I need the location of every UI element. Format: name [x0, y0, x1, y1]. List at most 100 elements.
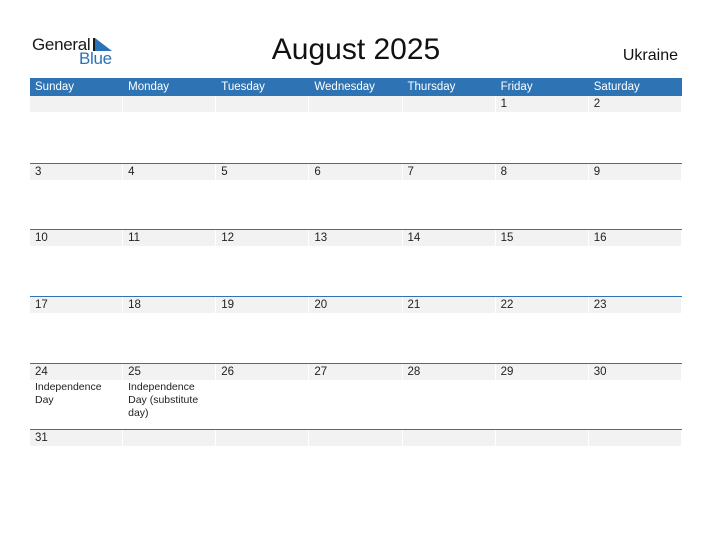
day-cell: 20: [309, 297, 402, 363]
day-cell: 11: [123, 230, 216, 296]
day-number-band: [495, 163, 588, 180]
week-row: 10 11 12 13 14 15 16: [30, 229, 682, 296]
day-number: 23: [593, 299, 607, 312]
day-cell: 29: [495, 363, 589, 430]
day-number: 26: [221, 365, 235, 378]
day-cell: 22: [495, 297, 589, 363]
day-number-band: [30, 96, 123, 112]
week-row: 17 18 19 20 21 22 23: [30, 296, 682, 363]
day-number-band: [216, 430, 309, 447]
day-cell: [588, 430, 682, 496]
day-number-band: [402, 430, 495, 447]
day-number: 25: [128, 365, 141, 378]
day-cell: [495, 430, 589, 496]
day-cell: [309, 96, 402, 163]
day-number-band: [216, 163, 309, 180]
day-number: 8: [500, 165, 508, 178]
day-number: 3: [35, 165, 42, 178]
day-number-band: [309, 96, 402, 112]
day-number: 29: [500, 365, 514, 378]
day-cell: 6: [309, 163, 402, 230]
day-cell: 2: [588, 96, 682, 163]
week-row: 24 Independence Day 25 Independence Day (su…: [30, 362, 682, 430]
day-number-band: [309, 430, 402, 447]
day-cell: 3: [30, 163, 123, 230]
day-number: 17: [35, 299, 48, 312]
weekday-saturday: Saturday: [593, 81, 640, 93]
day-number: 5: [221, 165, 228, 178]
day-cell: [123, 96, 216, 163]
day-cell: 10: [30, 230, 123, 296]
day-cell: [402, 96, 496, 163]
day-cell: 17: [30, 297, 123, 363]
day-cell: 30: [588, 363, 682, 430]
day-number: 15: [500, 232, 514, 245]
day-number-band: [216, 96, 309, 112]
day-cell: [30, 96, 123, 163]
day-cell: 16: [588, 230, 682, 296]
day-number-band: [123, 163, 216, 180]
day-cell: 7: [402, 163, 496, 230]
day-cell: 25 Independence Day (substitute day): [123, 363, 216, 430]
calendar-grid: Sunday Monday Tuesday Wednesday Thursday Frid…: [30, 78, 682, 496]
day-number-band: [588, 163, 681, 180]
page-title: August 2025: [271, 33, 441, 66]
day-cell: 4: [123, 163, 216, 230]
day-cell: 13: [309, 230, 402, 296]
weekday-monday: Monday: [128, 81, 170, 93]
day-cell: 8: [495, 163, 589, 230]
day-number: 1: [500, 98, 508, 110]
day-number: 30: [593, 365, 607, 378]
day-cell: [123, 430, 216, 496]
day-cell: 24 Independence Day: [30, 363, 123, 430]
weekday-wednesday: Wednesday: [314, 81, 375, 93]
weekday-tuesday: Tuesday: [221, 81, 265, 93]
day-number: 19: [221, 299, 235, 312]
day-cell: 5: [216, 163, 309, 230]
day-cell: 14: [402, 230, 496, 296]
day-number-band: [402, 163, 495, 180]
day-cell: 19: [216, 297, 309, 363]
day-number-band: [123, 96, 216, 112]
day-number: 28: [407, 365, 421, 378]
day-number: 27: [314, 365, 328, 378]
weekday-friday: Friday: [500, 81, 533, 93]
week-row: 12: [30, 96, 682, 163]
day-number: 16: [593, 232, 607, 245]
day-cell: 27: [309, 363, 402, 430]
day-number-band: [402, 96, 495, 112]
day-number: 11: [128, 232, 141, 245]
weeks-container: 1 2 3 4 5 6 7 8 9 10 11 12 13 14 15 16 17 18 19 20 21 22 23 24 I…: [30, 96, 682, 496]
day-number: 13: [314, 232, 328, 245]
day-number-band: [30, 163, 123, 180]
day-cell: [216, 96, 309, 163]
day-number: 14: [407, 232, 421, 245]
day-cell: 18: [123, 297, 216, 363]
day-cell: 28: [402, 363, 496, 430]
day-cell: 9: [588, 163, 682, 230]
day-cell: 31: [30, 430, 123, 496]
day-number: 2: [593, 98, 601, 110]
day-number-band: [309, 163, 402, 180]
day-number: 7: [407, 165, 414, 178]
day-cell: [216, 430, 309, 496]
day-cell: 21: [402, 297, 496, 363]
day-number-band: [588, 430, 681, 447]
week-row: 3 4 5 6 7 8 9: [30, 162, 682, 230]
day-cell: 26: [216, 363, 309, 430]
day-number: 31: [35, 432, 48, 445]
day-number: 12: [221, 232, 235, 245]
day-number: 21: [407, 299, 421, 312]
day-cell: 15: [495, 230, 589, 296]
day-number-band: [495, 430, 588, 447]
day-cell: [309, 430, 402, 496]
week-row: 31: [30, 429, 682, 496]
holiday-label: Independence Day: [35, 380, 102, 406]
day-cell: 12: [216, 230, 309, 296]
holiday-label: Independence Day (substitute day): [128, 380, 199, 419]
day-number-band: [495, 96, 588, 112]
day-number: 20: [314, 299, 328, 312]
day-cell: 1: [495, 96, 589, 163]
day-number: 10: [35, 232, 48, 245]
day-cell: 23: [588, 297, 682, 363]
